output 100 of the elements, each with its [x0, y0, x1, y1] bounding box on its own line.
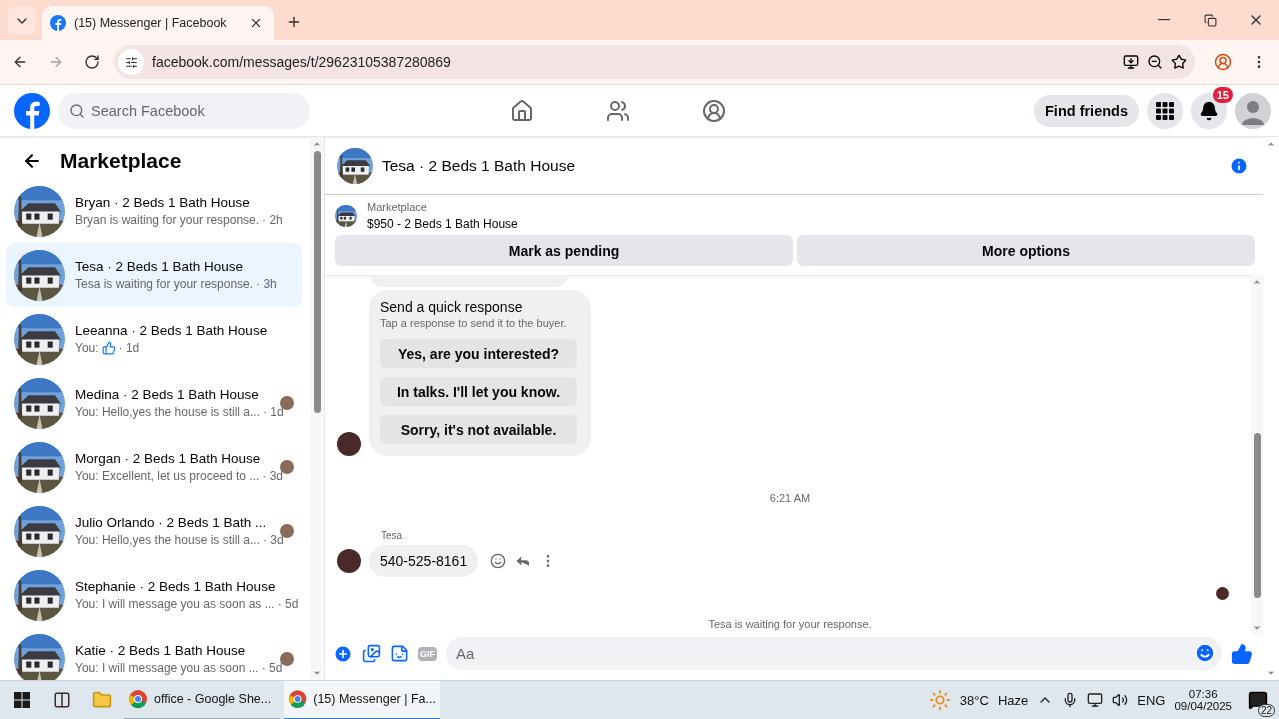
- search-icon: [69, 102, 85, 119]
- info-icon[interactable]: [1229, 155, 1249, 176]
- scroll-down-icon: [1266, 668, 1276, 678]
- react-icon[interactable]: [490, 553, 507, 569]
- emoji-icon[interactable]: [1194, 642, 1216, 664]
- conversation-time: · 1d: [118, 341, 140, 355]
- conversation-preview: You: I will message you as soon ...: [75, 661, 259, 675]
- taskbar-app[interactable]: (15) Messenger | Fa...: [284, 680, 440, 719]
- conversation-time: · 3d: [262, 469, 284, 483]
- browser-tab[interactable]: (15) Messenger | Facebook: [42, 6, 274, 40]
- home-icon[interactable]: [510, 98, 534, 123]
- weather-condition: Haze: [997, 692, 1029, 708]
- listing-action-button[interactable]: Mark as pending: [335, 235, 793, 266]
- conversation-title: Morgan · 2 Beds 1 Bath House: [75, 451, 262, 466]
- forward-arrow-icon: [48, 54, 64, 70]
- quick-response-option[interactable]: Yes, are you interested?: [380, 339, 577, 368]
- plus-icon: [286, 14, 302, 30]
- groups-icon[interactable]: [702, 98, 726, 123]
- bell-icon: [1199, 100, 1219, 121]
- quick-response-title: Send a quick response: [380, 299, 524, 315]
- avatar: [337, 432, 361, 456]
- conversation-title: Katie · 2 Beds 1 Bath House: [75, 643, 247, 658]
- volume-icon[interactable]: [1112, 692, 1129, 708]
- tab-title: (15) Messenger | Facebook: [74, 16, 228, 30]
- conversation-preview: You: I will message you as soon as ...: [75, 597, 275, 611]
- reload-icon: [84, 54, 100, 70]
- sidebar-title: Marketplace: [60, 149, 182, 173]
- listing-title: $950 - 2 Beds 1 Bath House: [367, 217, 518, 231]
- clock-time: 07:36: [1188, 688, 1218, 700]
- quick-response-subtitle: Tap a response to send it to the buyer.: [380, 317, 568, 329]
- scroll-down-icon: [312, 668, 322, 678]
- conversation-time: · 1d: [263, 405, 284, 419]
- temperature: 38°C: [959, 692, 989, 708]
- conversation-item[interactable]: Julio Orlando · 2 Beds 1 Bath ... You: Hello,yes the house is still a... · 3d: [6, 499, 302, 563]
- notification-center-button[interactable]: 22: [1241, 683, 1275, 717]
- facebook-logo[interactable]: [14, 92, 50, 129]
- install-icon[interactable]: [1123, 54, 1139, 70]
- conversation-item[interactable]: Bryan · 2 Beds 1 Bath House Bryan is waiting for your response. · 2h: [6, 179, 302, 243]
- sticker-icon[interactable]: [390, 644, 409, 663]
- address-bar[interactable]: facebook.com/messages/t/29623105387280869: [114, 45, 1195, 79]
- zoom-out-icon[interactable]: [1147, 54, 1163, 70]
- conversation-item[interactable]: Morgan · 2 Beds 1 Bath House You: Excellent, let us proceed to ... · 3d: [6, 435, 302, 499]
- scroll-thumb[interactable]: [1253, 433, 1261, 598]
- conversation-preview: You: Hello,yes the house is still a...: [75, 533, 260, 547]
- message-timestamp: 6:21 AM: [769, 492, 811, 504]
- url-text: facebook.com/messages/t/29623105387280869: [152, 54, 452, 70]
- scroll-thumb[interactable]: [313, 151, 321, 413]
- sender-name: Tesa: [381, 530, 404, 541]
- facebook-icon: [50, 15, 66, 31]
- find-friends-button[interactable]: Find friends: [1034, 94, 1139, 127]
- language-indicator[interactable]: ENG: [1137, 692, 1166, 708]
- notification-badge: 15: [1212, 86, 1233, 103]
- sliders-icon: [124, 55, 138, 69]
- listing-action-button[interactable]: More options: [797, 235, 1255, 266]
- search-field[interactable]: Search Facebook: [58, 92, 310, 129]
- chat-title: Tesa · 2 Beds 1 Bath House: [382, 156, 576, 175]
- scroll-up-icon: [1266, 139, 1276, 149]
- scrollbar[interactable]: [310, 137, 324, 680]
- site-info-button[interactable]: [118, 49, 144, 75]
- conversation-time: · 5d: [261, 661, 283, 675]
- taskbar-app[interactable]: office - Google She...: [124, 680, 280, 719]
- tab-list-button[interactable]: [8, 7, 36, 35]
- photo-icon[interactable]: [362, 644, 381, 663]
- friends-icon[interactable]: [606, 98, 630, 123]
- quick-response-option[interactable]: In talks. I'll let you know.: [380, 377, 577, 406]
- avatar: [337, 549, 361, 573]
- like-icon[interactable]: [1231, 642, 1253, 665]
- conversation-title: Bryan · 2 Beds 1 Bath House: [75, 195, 251, 210]
- conversation-preview: You: Excellent, let us proceed to ...: [75, 469, 260, 483]
- conversation-item[interactable]: Tesa · 2 Beds 1 Bath House Tesa is waiting for your response. · 3h: [6, 243, 302, 307]
- star-icon[interactable]: [1171, 54, 1187, 70]
- minimize-icon: [1158, 19, 1170, 21]
- notification-count: 22: [1257, 704, 1275, 717]
- scroll-up-icon: [312, 139, 322, 149]
- scroll-up-icon: [1252, 277, 1262, 287]
- conversation-item[interactable]: Medina · 2 Beds 1 Bath House You: Hello,yes the house is still a... · 1d: [6, 371, 302, 435]
- message-input[interactable]: Aa: [446, 637, 1222, 670]
- quick-response-option[interactable]: Sorry, it's not available.: [380, 415, 577, 444]
- chrome-icon: [288, 689, 308, 709]
- waiting-status: Tesa is waiting for your response.: [708, 618, 872, 630]
- plus-icon[interactable]: [333, 643, 353, 664]
- restore-icon: [1203, 13, 1217, 27]
- seen-avatar: [1216, 587, 1229, 600]
- account-avatar[interactable]: [1235, 92, 1271, 129]
- conversation-title: Medina · 2 Beds 1 Bath House: [75, 387, 260, 402]
- scrollbar[interactable]: [1251, 275, 1263, 635]
- conversation-title: Leeanna · 2 Beds 1 Bath House: [75, 323, 269, 338]
- notifications-button[interactable]: [1191, 92, 1227, 129]
- conversation-item[interactable]: Leeanna · 2 Beds 1 Bath House You: · 1d: [6, 307, 302, 371]
- conversation-preview: Tesa is waiting for your response.: [75, 277, 254, 291]
- clock-date: 09/04/2025: [1174, 700, 1232, 712]
- menu-button[interactable]: [1147, 92, 1183, 129]
- conversation-preview: You: Hello,yes the house is still a...: [75, 405, 260, 419]
- conversation-time: · 2h: [262, 213, 283, 227]
- profile-icon: [1214, 53, 1232, 71]
- message-bubble: 540-525-8161: [369, 545, 479, 577]
- conversation-title: Tesa · 2 Beds 1 Bath House: [75, 259, 245, 274]
- folder-icon: [92, 690, 112, 710]
- conversation-item[interactable]: Stephanie · 2 Beds 1 Bath House You: I will message you as soon as ... · 5d: [6, 563, 302, 627]
- conversation-title: Stephanie · 2 Beds 1 Bath House: [75, 579, 277, 594]
